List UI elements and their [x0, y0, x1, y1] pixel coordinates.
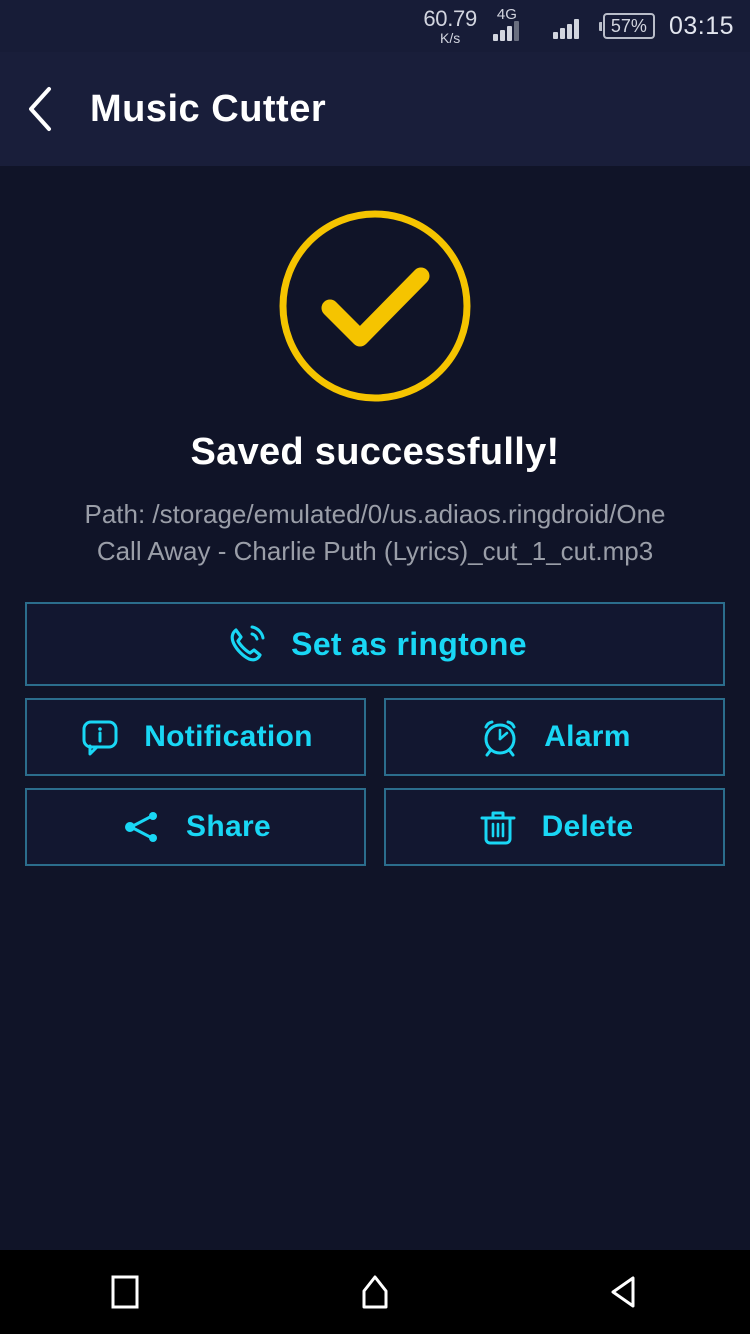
saved-file-path: Path: /storage/emulated/0/us.adiaos.ring… — [84, 499, 666, 566]
signal2-bar-3 — [566, 24, 572, 39]
delete-label: Delete — [541, 810, 634, 843]
app-bar: Music Cutter — [0, 52, 750, 166]
signal-bar-4 — [513, 21, 519, 41]
check-circle-icon — [275, 206, 475, 411]
signal-bars-secondary — [552, 19, 579, 39]
system-navigation-bar — [0, 1250, 750, 1334]
action-buttons: Set as ringtone Notification Alarm Share… — [25, 602, 725, 866]
alarm-clock-icon — [478, 715, 522, 759]
phone-ringing-icon — [223, 621, 269, 667]
page-title: Music Cutter — [90, 87, 327, 130]
signal2-bar-2 — [559, 28, 565, 39]
signal-icon-secondary — [551, 9, 585, 43]
set-as-ringtone-button[interactable]: Set as ringtone — [25, 602, 725, 686]
network-speed-indicator: 60.79 K/s — [423, 5, 477, 46]
signal-icon-primary: 4G — [491, 6, 539, 43]
back-button[interactable] — [0, 52, 80, 166]
share-nodes-icon — [120, 805, 164, 849]
battery-icon: 57% — [598, 12, 655, 40]
notification-button[interactable]: Notification — [25, 698, 366, 776]
signal-bars-primary — [492, 21, 519, 41]
nav-home-button[interactable] — [315, 1250, 435, 1334]
network-type-label: 4G — [496, 6, 517, 23]
success-headline: Saved successfully! — [190, 431, 560, 473]
action-row-2: Share Delete — [25, 788, 725, 866]
info-bubble-icon — [78, 715, 122, 759]
notification-label: Notification — [144, 720, 313, 753]
battery-nub — [598, 21, 602, 31]
delete-button[interactable]: Delete — [384, 788, 725, 866]
signal2-bar-4 — [573, 19, 579, 39]
network-speed-unit: K/s — [440, 29, 461, 46]
share-button[interactable]: Share — [25, 788, 366, 866]
nav-back-button[interactable] — [565, 1250, 685, 1334]
back-triangle-icon — [605, 1272, 645, 1312]
square-recents-icon — [108, 1272, 142, 1312]
alarm-label: Alarm — [544, 720, 631, 753]
network-speed-value: 60.79 — [423, 5, 477, 31]
signal-bar-3 — [506, 26, 512, 41]
battery-percent-label: 57% — [602, 12, 655, 40]
home-icon — [355, 1272, 395, 1312]
phone-screen: 60.79 K/s 4G 57% 03:15 Music Cutter Save… — [0, 0, 750, 1334]
alarm-button[interactable]: Alarm — [384, 698, 725, 776]
trash-icon — [476, 805, 520, 849]
chevron-left-icon — [23, 83, 57, 135]
signal-bar-1 — [492, 34, 498, 41]
signal-bar-2 — [499, 30, 505, 41]
set-as-ringtone-label: Set as ringtone — [291, 625, 527, 662]
action-row-1: Notification Alarm — [25, 698, 725, 776]
content-area: Saved successfully! Path: /storage/emula… — [0, 166, 750, 1250]
nav-recents-button[interactable] — [65, 1250, 185, 1334]
share-label: Share — [186, 810, 271, 843]
status-bar: 60.79 K/s 4G 57% 03:15 — [0, 0, 750, 52]
status-bar-clock: 03:15 — [668, 11, 734, 40]
signal2-bar-1 — [552, 32, 558, 39]
